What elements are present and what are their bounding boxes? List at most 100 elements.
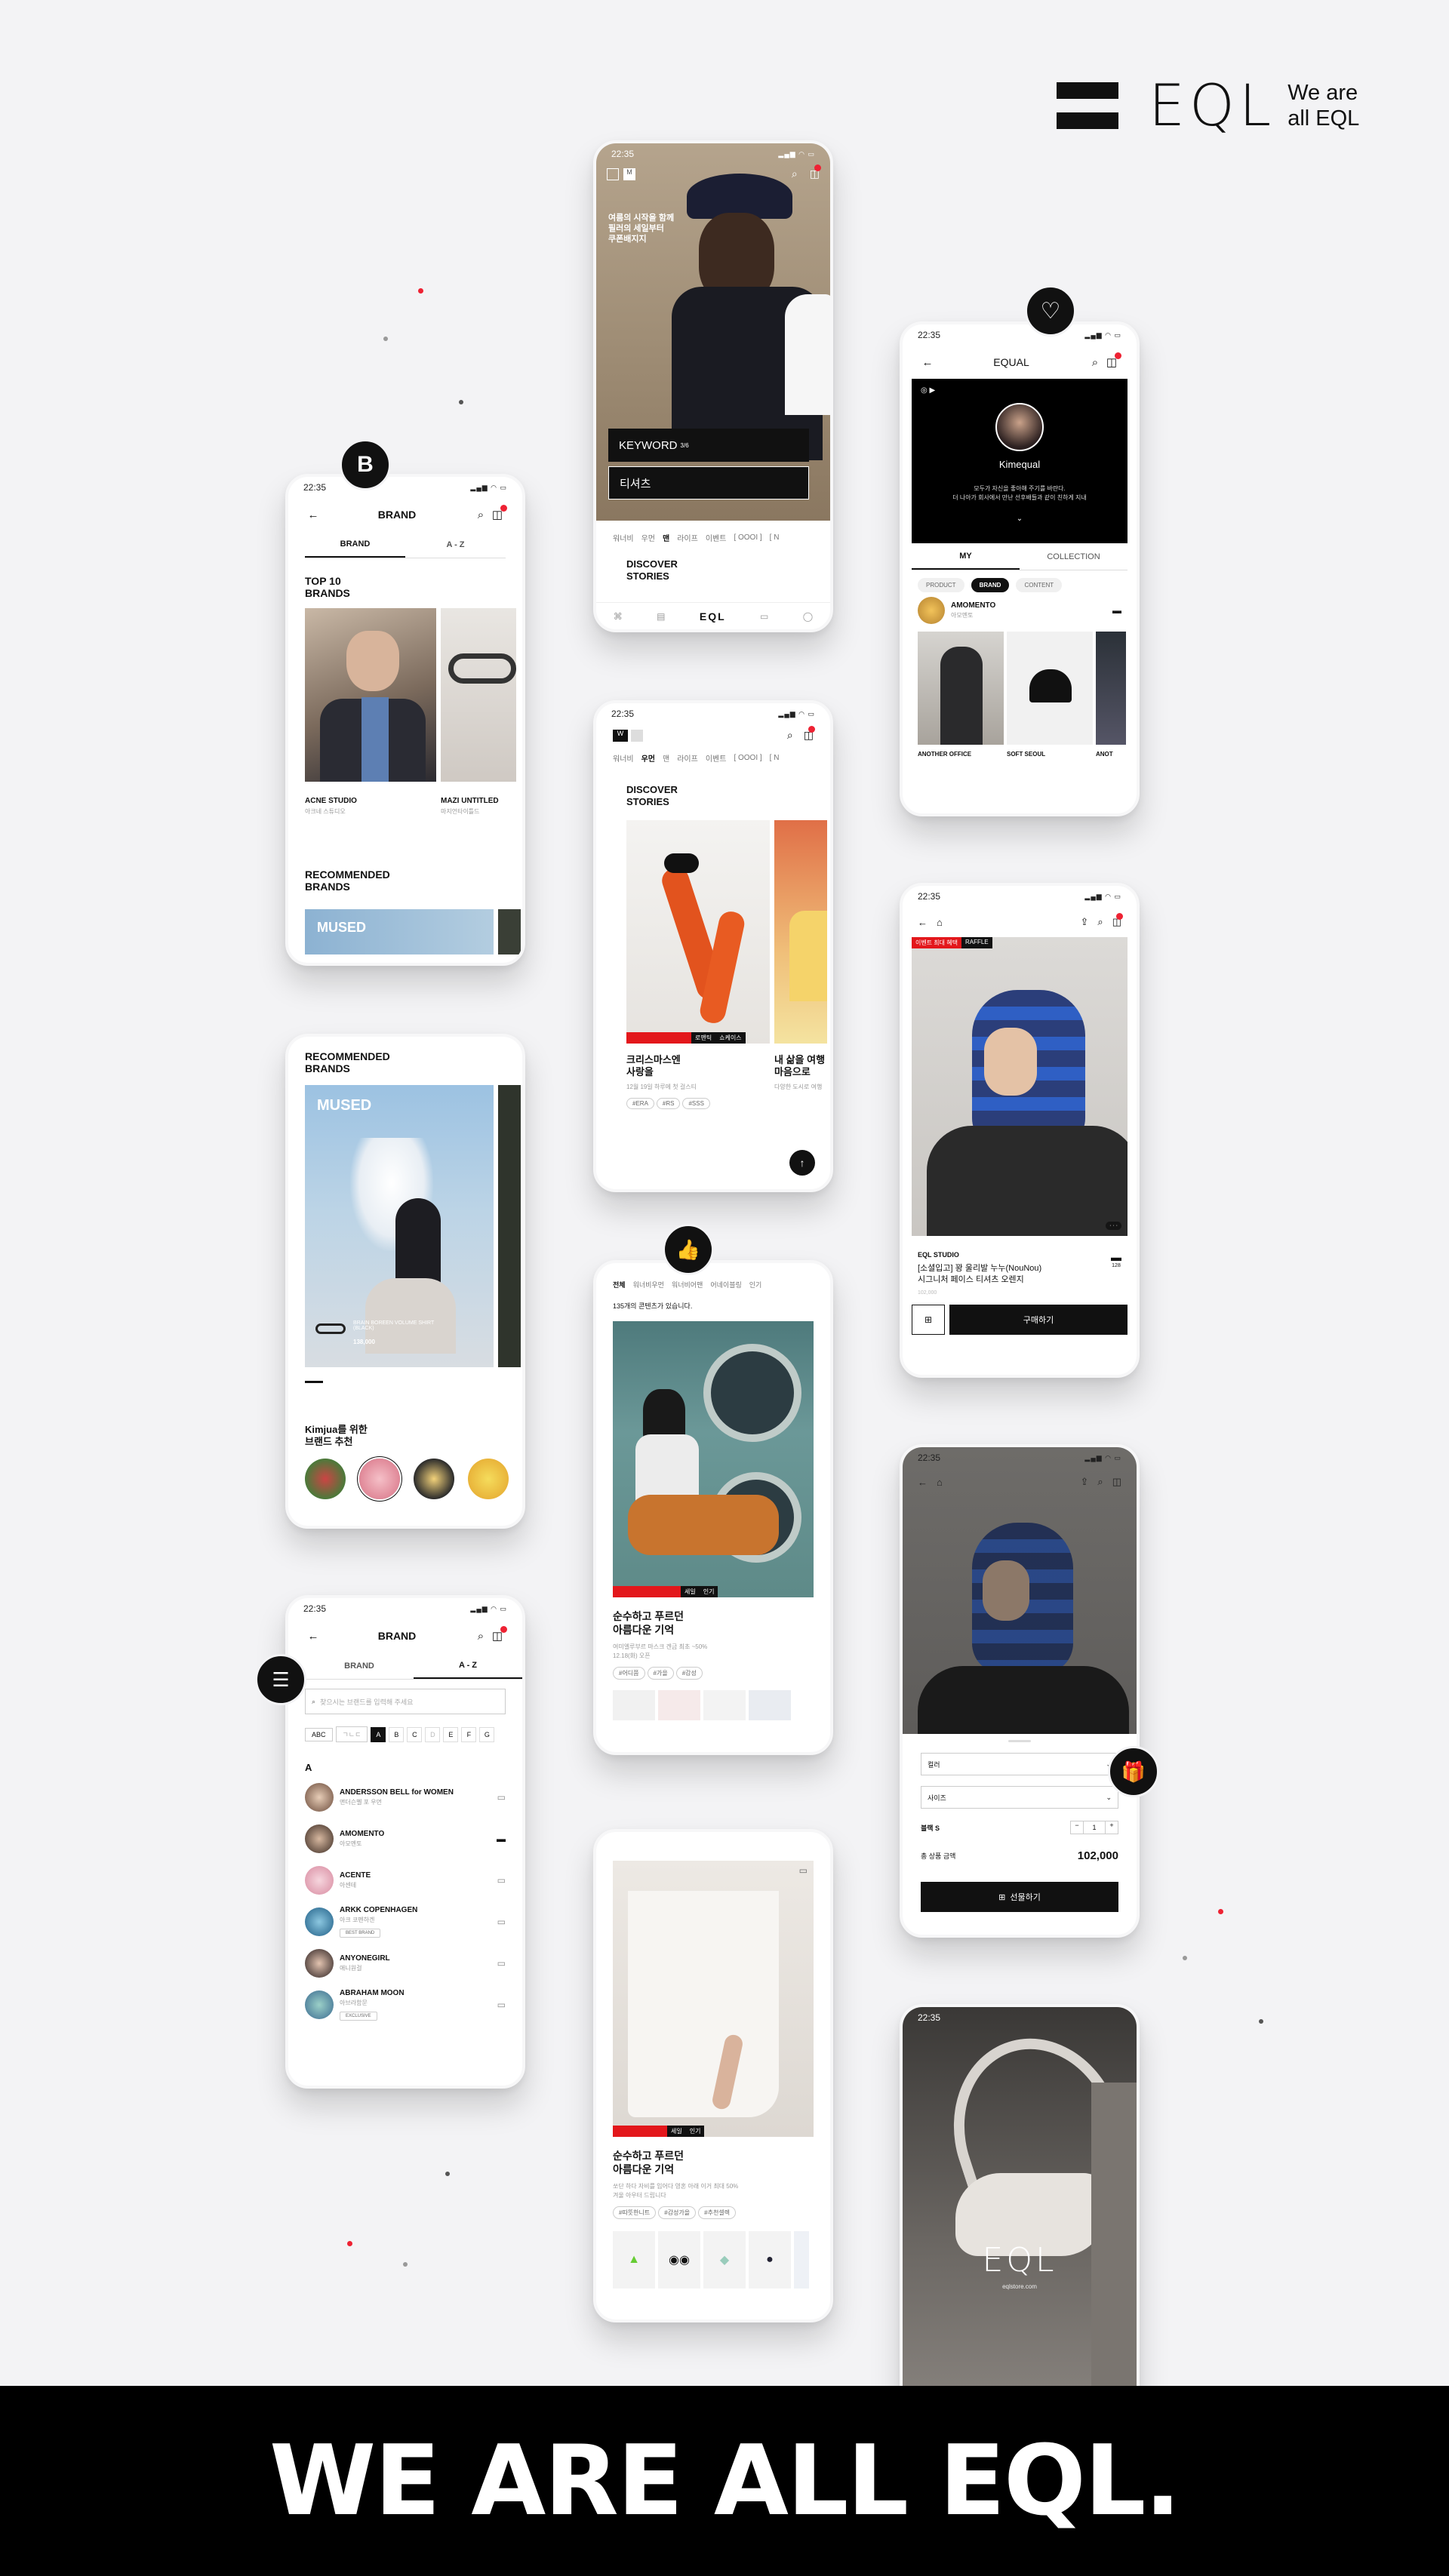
category-tab[interactable]: 이벤트 bbox=[706, 532, 727, 543]
share-icon[interactable]: ⇪ bbox=[1081, 1476, 1089, 1488]
filter-chip[interactable]: PRODUCT bbox=[918, 578, 964, 592]
back-icon[interactable]: ← bbox=[918, 917, 928, 928]
tab-collection[interactable]: COLLECTION bbox=[1020, 543, 1128, 570]
size-select[interactable]: 사이즈 ⌄ bbox=[921, 1786, 1118, 1809]
cart-icon[interactable]: ◫ bbox=[804, 726, 815, 742]
category-tab[interactable]: [ N bbox=[770, 754, 780, 762]
story-card[interactable]: 로맨틱 쇼케이스 크리스마스엔 사랑을 12월 19일 하루에 첫 걸스티 #E… bbox=[626, 820, 770, 1109]
brand-list-item[interactable]: ANDERSSON BELL for WOMEN 앤더슨벨 포 우먼 ▭ bbox=[288, 1776, 522, 1818]
search-icon[interactable]: ⌕ bbox=[1097, 916, 1103, 928]
category-tab[interactable]: [ N bbox=[770, 533, 780, 542]
category-tab[interactable]: 워너비우먼 bbox=[633, 1280, 664, 1290]
search-icon[interactable]: ⌕ bbox=[792, 168, 798, 180]
category-tab[interactable]: 라이프 bbox=[677, 532, 698, 543]
brand-card[interactable]: ACNE STUDIO 아크네 스튜디오 bbox=[305, 608, 436, 816]
category-tab[interactable]: 워너비 bbox=[613, 532, 634, 543]
search-icon[interactable]: ⌕ bbox=[1097, 1476, 1103, 1488]
category-tab[interactable]: 어네이블링 bbox=[710, 1280, 741, 1290]
scroll-top-button[interactable]: ↑ bbox=[789, 1150, 815, 1176]
product-thumb[interactable]: ◆ bbox=[703, 2231, 746, 2289]
product-thumb[interactable] bbox=[749, 1690, 791, 1720]
product-card[interactable]: ANOT bbox=[1096, 632, 1126, 758]
filter-letter[interactable]: E bbox=[443, 1726, 459, 1742]
category-tab[interactable]: 이벤트 bbox=[706, 752, 727, 764]
product-card[interactable]: SOFT SEOUL bbox=[1007, 632, 1093, 758]
back-icon[interactable]: ← bbox=[305, 1630, 321, 1643]
brand-avatar[interactable] bbox=[414, 1459, 454, 1499]
product-thumb[interactable] bbox=[703, 1690, 746, 1720]
buy-button[interactable]: 구매하기 bbox=[949, 1305, 1128, 1335]
profile-avatar[interactable] bbox=[995, 403, 1044, 451]
liked-brand-row[interactable]: AMOMENTO 아모멘토 ▬ bbox=[903, 592, 1137, 629]
brand-card[interactable]: MAZI UNTITLED 마지언타이틀드 bbox=[441, 608, 516, 816]
bookmark-icon[interactable]: ▭ bbox=[497, 1875, 506, 1886]
like-button[interactable]: ▬ 128 bbox=[1111, 1251, 1121, 1296]
home-icon[interactable]: ⌂ bbox=[937, 1477, 943, 1488]
tab-bar-home[interactable]: EQL bbox=[700, 610, 726, 622]
product-card[interactable]: ANOTHER OFFICE bbox=[918, 632, 1004, 758]
hashtag-chip[interactable]: #감성가을 bbox=[658, 2206, 697, 2219]
tab-brand[interactable]: BRAND bbox=[305, 1652, 414, 1679]
category-tab[interactable]: [ OOOI ] bbox=[734, 754, 761, 762]
tab-bar-icon[interactable]: ▭ bbox=[760, 611, 768, 622]
content-image[interactable]: 세일 인기 bbox=[613, 1321, 814, 1597]
product-thumb[interactable]: ◉◉ bbox=[658, 2231, 700, 2289]
filter-korean[interactable]: ㄱㄴㄷ bbox=[335, 1726, 368, 1742]
cart-icon[interactable]: ◫ bbox=[489, 505, 507, 521]
filter-letter[interactable]: D bbox=[425, 1726, 441, 1742]
brand-search-input[interactable]: ⌕ 찾으시는 브랜드를 입력해 주세요 bbox=[305, 1689, 506, 1714]
hashtag-chip[interactable]: #SSS bbox=[682, 1098, 710, 1109]
hashtag-chip[interactable]: #ERA bbox=[626, 1098, 654, 1109]
filter-letter[interactable]: A bbox=[371, 1726, 386, 1742]
filter-chip[interactable]: BRAND bbox=[971, 578, 1010, 592]
back-icon[interactable]: ← bbox=[918, 1477, 928, 1488]
bookmark-icon[interactable]: ▬ bbox=[497, 1834, 506, 1844]
hashtag-chip[interactable]: #RS bbox=[656, 1098, 681, 1109]
cart-icon[interactable]: ◫ bbox=[1112, 1476, 1121, 1488]
brand-avatar[interactable] bbox=[468, 1459, 509, 1499]
product-brand[interactable]: EQL STUDIO bbox=[918, 1251, 1111, 1259]
bookmark-icon[interactable]: ▭ bbox=[497, 1917, 506, 1927]
cart-icon[interactable]: ◫ bbox=[489, 1626, 507, 1643]
story-card[interactable]: 내 삶을 여행 마음으로 다양한 도시로 여행 bbox=[774, 820, 827, 1109]
filter-letter[interactable]: F bbox=[461, 1726, 477, 1742]
bookmark-icon[interactable]: ▭ bbox=[497, 2000, 506, 2010]
product-thumb[interactable] bbox=[658, 1690, 700, 1720]
category-tab[interactable]: 라이프 bbox=[677, 752, 698, 764]
search-icon[interactable]: ⌕ bbox=[1087, 356, 1103, 369]
brand-list-item[interactable]: ABRAHAM MOON 아브라함문 EXCLUSIVE ▭ bbox=[288, 1984, 522, 2025]
bookmark-icon[interactable]: ▬ bbox=[1112, 605, 1121, 616]
search-icon[interactable]: ⌕ bbox=[472, 1630, 489, 1643]
tab-bar-icon[interactable]: ⌘ bbox=[614, 611, 623, 622]
product-thumb[interactable]: ● bbox=[749, 2231, 791, 2289]
category-tab[interactable]: 우먼 bbox=[641, 752, 655, 764]
hashtag-chip[interactable]: #어디쯤 bbox=[613, 1667, 645, 1680]
menu-icon[interactable] bbox=[607, 168, 619, 180]
brand-avatar[interactable] bbox=[522, 1459, 525, 1499]
search-icon[interactable]: ⌕ bbox=[787, 729, 793, 742]
tab-my[interactable]: MY bbox=[912, 543, 1020, 570]
chevron-down-icon[interactable]: ⌄ bbox=[912, 515, 1128, 523]
hashtag-chip[interactable]: #감성 bbox=[675, 1667, 703, 1680]
w-logo-icon[interactable]: M bbox=[623, 168, 635, 180]
brand-list-item[interactable]: ARKK COPENHAGEN 아크 코펜하겐 BEST BRAND ▭ bbox=[288, 1901, 522, 1942]
brand-avatar[interactable] bbox=[305, 1459, 346, 1499]
color-select[interactable]: 컬러⌄ bbox=[921, 1753, 1118, 1775]
tab-a-z[interactable]: A - Z bbox=[414, 1652, 522, 1679]
product-thumb[interactable]: ▲ bbox=[613, 2231, 655, 2289]
share-icon[interactable]: ⇪ bbox=[1081, 916, 1089, 928]
hashtag-chip[interactable]: #추천셀렉 bbox=[698, 2206, 737, 2219]
product-thumb[interactable] bbox=[613, 1690, 655, 1720]
tab-brand[interactable]: BRAND bbox=[305, 531, 405, 558]
qty-plus-button[interactable]: + bbox=[1105, 1821, 1118, 1834]
category-tab[interactable]: [ OOOI ] bbox=[734, 533, 761, 542]
bookmark-icon[interactable]: ▭ bbox=[799, 1865, 808, 1876]
hashtag-chip[interactable]: #가을 bbox=[647, 1667, 674, 1680]
filter-abc[interactable]: ABC bbox=[305, 1727, 333, 1741]
banner-label[interactable]: MUSED bbox=[305, 909, 494, 954]
brand-list-item[interactable]: ANYONEGIRL 애니원걸 ▭ bbox=[288, 1942, 522, 1984]
filter-letter[interactable]: B bbox=[389, 1726, 405, 1742]
keyword-value-button[interactable]: 티셔츠 bbox=[608, 466, 809, 500]
category-tab[interactable]: 워너비어맨 bbox=[672, 1280, 703, 1290]
cart-icon[interactable]: ◫ bbox=[810, 164, 821, 180]
